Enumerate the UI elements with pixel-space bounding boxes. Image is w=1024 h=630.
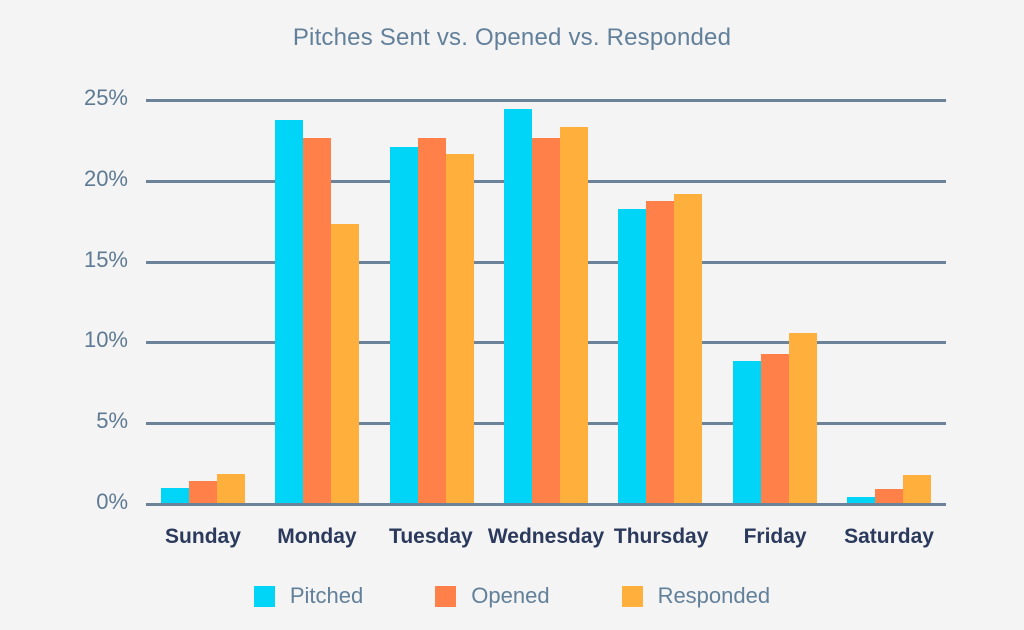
bar-group [260, 99, 374, 503]
chart-legend: Pitched Opened Responded [0, 583, 1024, 609]
x-axis: Sunday Monday Tuesday Wednesday Thursday Frid… [146, 525, 946, 549]
x-axis-tick-label: Monday [277, 525, 357, 548]
y-axis: 25% 20% 15% 10% 5% 0% [0, 85, 128, 514]
y-axis-tick-label: 5% [96, 408, 128, 434]
bar-chart: Pitches Sent vs. Opened vs. Responded 25… [0, 0, 1024, 630]
y-axis-tick-label: 25% [83, 85, 128, 110]
x-axis-tick-label: Tuesday [389, 525, 473, 548]
bar-group [717, 99, 831, 503]
bar[interactable] [788, 332, 817, 503]
legend-label: Opened [471, 583, 550, 608]
bar[interactable] [874, 489, 903, 503]
bar[interactable] [161, 488, 190, 503]
bar[interactable] [732, 360, 761, 503]
bar-group [146, 99, 260, 503]
legend-swatch-icon [253, 585, 275, 607]
y-axis-tick-label: 15% [83, 246, 128, 272]
bar[interactable] [445, 153, 474, 503]
bar-groups [146, 99, 946, 503]
bar[interactable] [760, 353, 789, 503]
bar[interactable] [417, 137, 446, 503]
chart-title: Pitches Sent vs. Opened vs. Responded [292, 24, 732, 51]
bar-group [603, 99, 717, 503]
bar-group [375, 99, 489, 503]
legend-label: Responded [657, 583, 771, 608]
y-axis-tick-label: 20% [83, 165, 128, 191]
bar[interactable] [559, 127, 588, 503]
bar[interactable] [189, 481, 218, 503]
legend-swatch-icon [621, 585, 643, 607]
bar[interactable] [674, 194, 703, 503]
bar[interactable] [846, 497, 875, 503]
bar[interactable] [275, 120, 304, 503]
x-axis-tick-label: Saturday [844, 525, 934, 548]
bar[interactable] [646, 200, 675, 503]
x-axis-tick-label: Wednesday [487, 525, 605, 548]
bar[interactable] [217, 473, 246, 503]
x-axis-tick-label: Sunday [165, 525, 241, 548]
gridline [146, 503, 946, 506]
y-axis-tick-label: 10% [83, 327, 128, 353]
bar[interactable] [531, 137, 560, 503]
legend-label: Pitched [289, 583, 364, 608]
bar-group [832, 99, 946, 503]
bar[interactable] [389, 147, 418, 503]
legend-item[interactable]: Opened [435, 583, 550, 609]
y-axis-tick-label: 0% [96, 489, 128, 514]
bar[interactable] [503, 108, 532, 503]
legend-item[interactable]: Pitched [253, 583, 364, 609]
x-axis-tick-label: Friday [743, 525, 807, 548]
bar[interactable] [331, 224, 360, 503]
bar[interactable] [902, 474, 931, 503]
bar[interactable] [618, 208, 647, 503]
x-axis-tick-label: Thursday [613, 525, 709, 548]
legend-item[interactable]: Responded [621, 583, 771, 609]
bar-group [489, 99, 603, 503]
bar[interactable] [303, 137, 332, 503]
legend-swatch-icon [435, 585, 457, 607]
